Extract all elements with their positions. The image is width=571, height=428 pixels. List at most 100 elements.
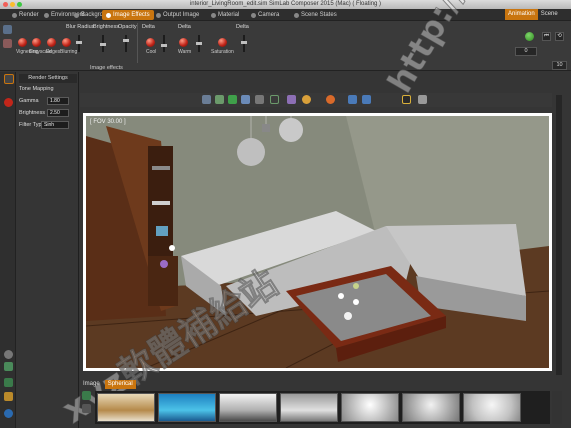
slider-knob[interactable] [241, 41, 247, 44]
hdr-thumbnail[interactable] [402, 393, 460, 422]
warm-button[interactable] [179, 38, 188, 47]
strip-scrollbar[interactable] [552, 391, 562, 424]
viewport-scrollbar[interactable] [556, 95, 562, 375]
slider-knob[interactable] [123, 39, 129, 42]
tone-mapping-label: Tone Mapping [19, 86, 54, 92]
tab-render[interactable]: Render [8, 10, 43, 20]
camera-icon [251, 12, 256, 18]
environment-icon [44, 12, 49, 18]
gamma-input[interactable]: 1.80 [47, 97, 69, 105]
panel-title: Render Settings [19, 74, 77, 83]
undo-icon[interactable] [348, 95, 357, 104]
frame-field[interactable]: 0 [515, 47, 537, 56]
app-window: interior_LivingRoom_edit.sim SimLab Comp… [0, 0, 571, 428]
saturation-delta-slider[interactable] [241, 35, 247, 52]
person-icon[interactable] [418, 95, 427, 104]
gear-icon[interactable] [4, 350, 13, 359]
delta-header-cool: Delta [142, 24, 155, 30]
image-effects-toolbar: Blur Radius Brightness Opacity Delta Del… [0, 21, 571, 71]
warm-label: Warm [178, 49, 192, 55]
tab-spherical[interactable]: Spherical [104, 380, 136, 389]
camera-view-icon[interactable] [255, 95, 264, 104]
zoom-window-button[interactable] [17, 2, 22, 7]
divider [137, 23, 138, 63]
hdr-thumbnail[interactable] [158, 393, 216, 422]
layers-icon[interactable] [4, 362, 13, 371]
tab-image[interactable]: Image [80, 380, 103, 389]
hdr-thumbnail[interactable] [341, 393, 399, 422]
slider-knob[interactable] [100, 43, 106, 46]
hdr-thumbnail[interactable] [463, 393, 521, 422]
select-icon[interactable] [202, 95, 211, 104]
cool-label: Cool [146, 49, 157, 55]
cool-button[interactable] [146, 38, 155, 47]
brightness-label: Brightness [19, 110, 45, 116]
window-title: interior_LivingRoom_edit.sim SimLab Comp… [189, 1, 382, 7]
shading-icon[interactable] [287, 95, 296, 104]
tab-animation[interactable]: Animation [505, 9, 538, 20]
filter-type-select[interactable]: Sinh [41, 121, 69, 129]
vignetting-button[interactable] [18, 38, 27, 47]
zoom-icon[interactable] [241, 95, 250, 104]
image-icon[interactable] [4, 378, 13, 387]
slider-knob[interactable] [196, 42, 202, 45]
material-ball-icon[interactable] [302, 95, 311, 104]
frame-icon[interactable] [270, 95, 279, 104]
opacity-slider[interactable] [123, 35, 129, 52]
grayscale-button[interactable] [32, 38, 41, 47]
loop-icon[interactable]: ⟲ [555, 32, 564, 41]
tab-camera[interactable]: Camera [247, 10, 283, 20]
image-browser-tabs: Image Spherical [80, 380, 136, 390]
hdr-thumbnail[interactable] [219, 393, 277, 422]
environment-image-strip [95, 391, 550, 424]
gamma-label: Gamma [19, 98, 39, 104]
saturation-button[interactable] [218, 38, 227, 47]
fps-field[interactable]: 10 [552, 61, 567, 70]
hdr-thumbnail[interactable] [97, 393, 155, 422]
render-settings-icon[interactable] [4, 74, 14, 84]
slider-knob[interactable] [76, 41, 82, 44]
fit-icon[interactable] [228, 95, 237, 104]
tab-image-effects[interactable]: Image Effects [102, 10, 154, 20]
brightness-input[interactable]: 2.50 [47, 109, 69, 117]
scene-icon[interactable] [3, 25, 12, 34]
blurring-label: Blurring [60, 49, 78, 55]
tab-output-image[interactable]: Output Image [152, 10, 203, 20]
opacity-header: Opacity [118, 24, 137, 30]
blur-radius-slider[interactable] [76, 35, 82, 52]
light-bulb-icon[interactable] [326, 95, 335, 104]
blurring-button[interactable] [62, 38, 71, 47]
edges-button[interactable] [47, 38, 56, 47]
render-icon [12, 12, 17, 18]
play-icon[interactable] [525, 32, 534, 41]
brightness-slider[interactable] [100, 35, 106, 52]
delta-header-saturation: Delta [236, 24, 249, 30]
tab-scene-states-right[interactable]: Scene States [538, 9, 571, 28]
close-window-button[interactable] [3, 2, 8, 7]
panel-tabs: Render Environment Background Image Effe… [0, 9, 571, 21]
hdr-thumbnail[interactable] [280, 393, 338, 422]
tab-scene-states[interactable]: Scene States [290, 10, 341, 20]
fov-readout: [ FOV 30.00 ] [90, 119, 126, 125]
tab-material[interactable]: Material [207, 10, 243, 20]
brush-icon[interactable] [4, 392, 13, 401]
add-image-icon[interactable] [82, 391, 91, 400]
move-icon[interactable] [215, 95, 224, 104]
animation-tabs: Animation Scene States [505, 9, 571, 28]
output-image-icon [156, 12, 161, 18]
slider-knob[interactable] [161, 44, 167, 47]
warm-delta-slider[interactable] [196, 35, 202, 52]
minimize-window-button[interactable] [10, 2, 15, 7]
image-effects-group-label: Image effects [90, 65, 123, 71]
edges-label: Edges [46, 49, 61, 55]
skip-icon[interactable]: ⏮ [542, 32, 551, 41]
scene-states-icon [294, 12, 299, 18]
folder-icon[interactable] [82, 404, 91, 413]
saturation-label: Saturation [211, 49, 234, 55]
help-icon[interactable] [4, 409, 13, 418]
delta-header-warm: Delta [178, 24, 191, 30]
redo-icon[interactable] [362, 95, 371, 104]
record-icon[interactable] [4, 98, 13, 107]
cool-delta-slider[interactable] [161, 35, 167, 52]
light-icon[interactable] [3, 39, 12, 48]
